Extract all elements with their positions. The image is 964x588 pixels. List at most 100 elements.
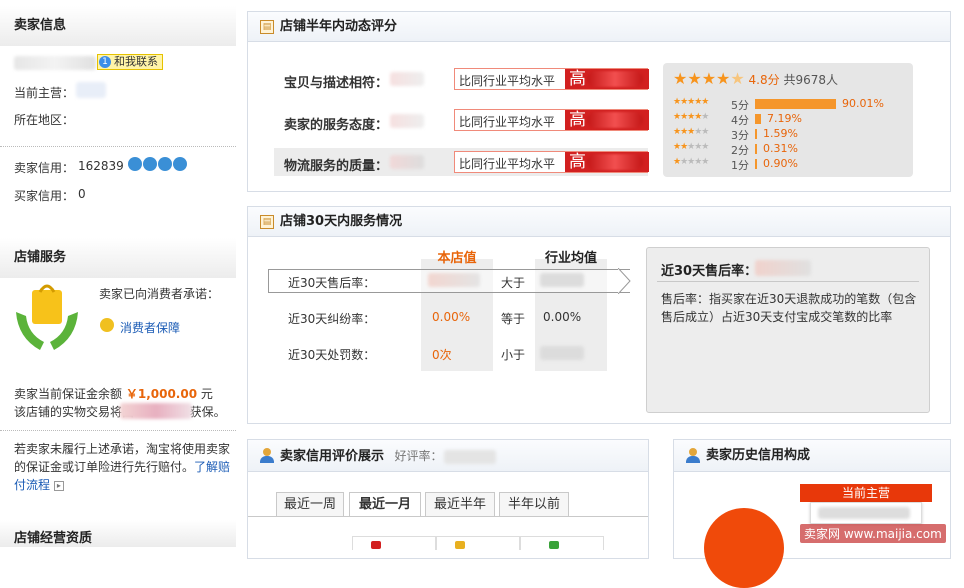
level-value-blurred: [587, 112, 643, 128]
credit-panel: 卖家信用评价展示 好评率： 最近一周 最近一月 最近半年 半年以前: [247, 439, 649, 559]
detail-text: 售后率：指买家在近30天退款成功的笔数（包含售后成立）占近30天支付宝成交笔数的…: [661, 292, 917, 324]
contact-button[interactable]: 1 和我联系: [97, 54, 163, 70]
tab-last-half-year[interactable]: 最近半年: [425, 492, 495, 516]
qualification-title: 店铺经营资质: [0, 520, 236, 547]
level-text: 高: [569, 152, 586, 172]
level-text: 高: [569, 110, 586, 130]
star-half-icon: ★: [730, 69, 745, 88]
level-badge: 高: [565, 110, 649, 130]
sidebar: 卖家信息 1 和我联系 当前主营： 所在地区： 卖家信用： 162839 买家信…: [0, 0, 236, 547]
rating-row-label: 宝贝与描述相符：: [284, 76, 389, 91]
star-rating-icon: ★★★★★: [673, 97, 709, 107]
seller-credit-label: 卖家信用：: [14, 161, 75, 175]
store-value-blurred: [428, 273, 480, 287]
distribution-percent: 0.31%: [763, 142, 798, 155]
location-label: 所在地区：: [14, 113, 75, 127]
service-row-label: 近30天售后率：: [288, 276, 376, 290]
compare-text: 比同行业平均水平: [459, 74, 556, 88]
level-value-blurred: [587, 71, 643, 87]
insurer-blurred: [120, 403, 192, 419]
store-icon: ▤: [260, 20, 274, 34]
credit-pie-chart: [704, 508, 784, 588]
level-badge: 高: [565, 69, 649, 89]
history-panel-title: 卖家历史信用构成: [706, 448, 811, 463]
rating-compare: 比同行业平均水平 高: [454, 109, 649, 131]
good-rate-label: 好评率：: [394, 449, 443, 463]
rating-panel-header: ▤ 店铺半年内动态评分: [248, 12, 950, 42]
score-summary: ★★★★★ 4.8分 共9678人: [673, 69, 838, 88]
star-rating-icon: ★★★★★: [673, 127, 709, 137]
distribution-percent: 90.01%: [842, 97, 884, 110]
rating-compare: 比同行业平均水平 高: [454, 151, 649, 173]
star-full-icon: ★★★★: [673, 69, 731, 88]
deposit-unit: 元: [200, 387, 213, 401]
service-panel-header: ▤ 店铺30天内服务情况: [248, 207, 950, 237]
rating-panel-title: 店铺半年内动态评分: [280, 19, 398, 34]
service-row-store: 0次: [432, 348, 452, 362]
tab-last-month[interactable]: 最近一月: [349, 492, 421, 516]
distribution-row: ★★★★★ 1分 0.90%: [673, 157, 909, 172]
watermark: 卖家网 www.maijia.com: [800, 524, 946, 543]
deposit-line2-start: 该店铺的实物交易将由: [14, 405, 135, 419]
person-icon: [686, 448, 700, 464]
good-rating-icon: [371, 541, 381, 549]
service-row-label: 近30天纠纷率：: [288, 312, 376, 326]
buyer-credit-value: 0: [78, 187, 86, 201]
distribution-percent: 0.90%: [763, 157, 798, 170]
distribution-percent: 7.19%: [767, 112, 802, 125]
service-panel-title: 店铺30天内服务情况: [280, 214, 403, 229]
distribution-bar: [755, 99, 836, 109]
guarantee-icon: [100, 318, 114, 332]
service-detail-box: 近30天售后率： 售后率：指买家在近30天退款成功的笔数（包含售后成立）占近30…: [646, 247, 930, 413]
tab-before-half-year[interactable]: 半年以前: [499, 492, 569, 516]
distribution-row: ★★★★★ 3分 1.59%: [673, 127, 909, 142]
distribution-row: ★★★★★ 4分 7.19%: [673, 112, 909, 127]
distribution-bar: [755, 114, 761, 124]
level-value-blurred: [587, 154, 643, 170]
bad-rating-icon: [549, 541, 559, 549]
distribution-bar: [755, 159, 757, 169]
rating-value-blurred: [390, 114, 424, 128]
table-header-cell: [520, 536, 604, 550]
rating-panel: ▤ 店铺半年内动态评分 宝贝与描述相符： 比同行业平均水平 高 卖家的服务态度：…: [247, 11, 951, 192]
distribution-label: 4分: [731, 114, 749, 127]
rating-row-label: 物流服务的质量：: [284, 159, 389, 174]
distribution-bar: [755, 144, 757, 154]
score-distribution: ★★★★★ 4.8分 共9678人 ★★★★★ 5分 90.01% ★★★★★ 4分 7.…: [663, 63, 913, 177]
rating-row-label: 卖家的服务态度：: [284, 118, 389, 133]
rating-compare: 比同行业平均水平 高: [454, 68, 649, 90]
chat-icon: 1: [99, 56, 111, 68]
divider: [0, 430, 236, 431]
neutral-rating-icon: [455, 541, 465, 549]
service-panel: ▤ 店铺30天内服务情况 本店值 行业均值 近30天售后率： 大于 近30天纠纷…: [247, 206, 951, 424]
table-header-cell: [352, 536, 436, 550]
service-row-avg: 0.00%: [543, 310, 582, 324]
tab-last-week[interactable]: 最近一周: [276, 492, 344, 516]
person-icon: [260, 448, 274, 464]
guarantee-link[interactable]: 消费者保障: [120, 319, 180, 336]
deposit-line2-end: 获保。: [189, 405, 224, 419]
main-business-label: 当前主营：: [14, 86, 75, 100]
rating-value-blurred: [390, 72, 424, 86]
crown-icon: [128, 157, 142, 171]
crown-icons: [128, 157, 187, 174]
distribution-row: ★★★★★ 2分 0.31%: [673, 142, 909, 157]
main-business-blurred: [76, 82, 106, 98]
guarantee-bag-icon: [16, 284, 78, 350]
crown-icon: [158, 157, 172, 171]
current-main-tag: 当前主营: [800, 484, 932, 502]
rating-value-blurred: [390, 155, 424, 169]
crown-icon: [173, 157, 187, 171]
distribution-percent: 1.59%: [763, 127, 798, 140]
distribution-bar: [755, 129, 757, 139]
avg-value-blurred: [540, 273, 584, 287]
divider: [657, 281, 919, 282]
star-rating-icon: ★★★★★: [673, 157, 709, 167]
store-service-title: 店铺服务: [0, 238, 236, 278]
divider: [0, 146, 236, 147]
crown-icon: [143, 157, 157, 171]
score-total: 共9678人: [783, 73, 839, 87]
detail-title: 近30天售后率：: [661, 264, 758, 279]
store-col-header: 本店值: [437, 251, 477, 266]
service-row-cmp: 等于: [501, 312, 526, 326]
